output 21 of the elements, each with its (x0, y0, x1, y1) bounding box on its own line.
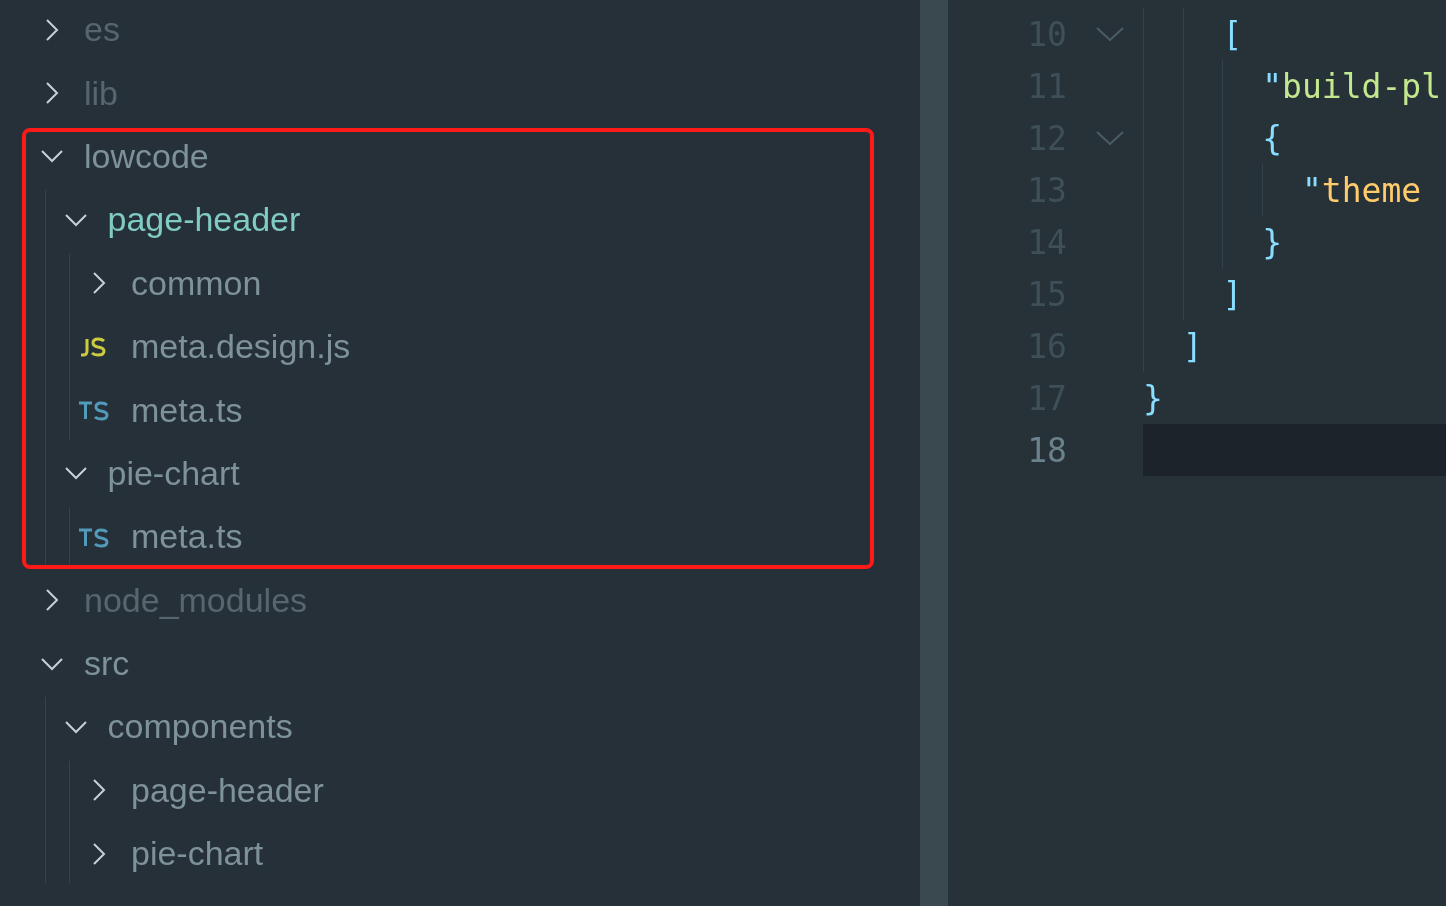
folder-name[interactable]: src (84, 644, 130, 684)
code-line: [ (1221, 14, 1243, 54)
folder-name[interactable]: pie-chart (131, 834, 264, 874)
code-line: "theme (1300, 170, 1422, 210)
folder-name[interactable]: page-header (107, 200, 301, 240)
code-line: ] (1181, 326, 1203, 366)
folder-name[interactable]: components (107, 707, 293, 747)
code-line: "build-pl (1261, 66, 1442, 106)
folder-name[interactable]: page-header (131, 770, 324, 810)
line-number: 18 (1026, 430, 1067, 470)
folder-name[interactable]: pie-chart (107, 453, 240, 493)
code-line: { (1261, 118, 1283, 158)
code-line: ] (1221, 274, 1243, 314)
file-name[interactable]: meta.ts (131, 517, 243, 557)
file-name[interactable]: meta.ts (131, 390, 243, 430)
folder-name[interactable]: lowcode (84, 136, 209, 176)
folder-name[interactable]: common (131, 263, 262, 303)
code-line: } (1143, 378, 1163, 418)
file-name[interactable]: meta.design.js (131, 327, 351, 367)
scrollbar[interactable] (920, 0, 948, 906)
code-line: } (1261, 222, 1283, 262)
